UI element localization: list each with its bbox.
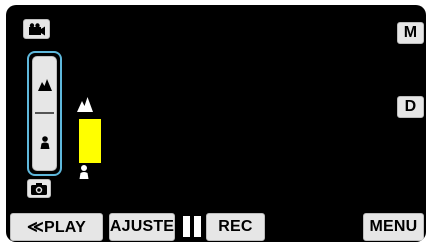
person-near-icon [40,135,49,149]
play-button[interactable]: ≪PLAY [10,213,103,241]
menu-label: MENU [369,218,418,235]
d-button-label: D [404,98,417,115]
adjust-button[interactable]: AJUSTE [109,213,175,241]
adjust-label: AJUSTE [109,218,175,235]
play-label: ≪PLAY [27,219,86,236]
manual-mode-button[interactable]: M [397,22,424,44]
still-camera-button[interactable] [27,179,51,198]
d-button[interactable]: D [397,96,424,118]
menu-button[interactable]: MENU [363,213,424,241]
camera-icon [31,182,47,195]
pause-icon [183,216,201,237]
indicator-far-icon [77,97,93,112]
rec-button[interactable]: REC [206,213,265,241]
focus-adjust-panel [27,51,62,176]
focus-buttons [32,56,57,171]
focus-far-button[interactable] [33,57,56,112]
manual-mode-label: M [403,24,418,41]
rec-label: REC [218,218,253,235]
focus-near-button[interactable] [33,114,56,170]
focus-level-indicator [79,119,101,163]
video-camera-icon [28,22,45,35]
mountain-far-icon [37,78,52,91]
camera-screen: M D ≪PLAY AJUSTE REC MENU [6,5,426,242]
video-mode-button[interactable] [23,19,50,39]
indicator-near-icon [79,165,89,179]
